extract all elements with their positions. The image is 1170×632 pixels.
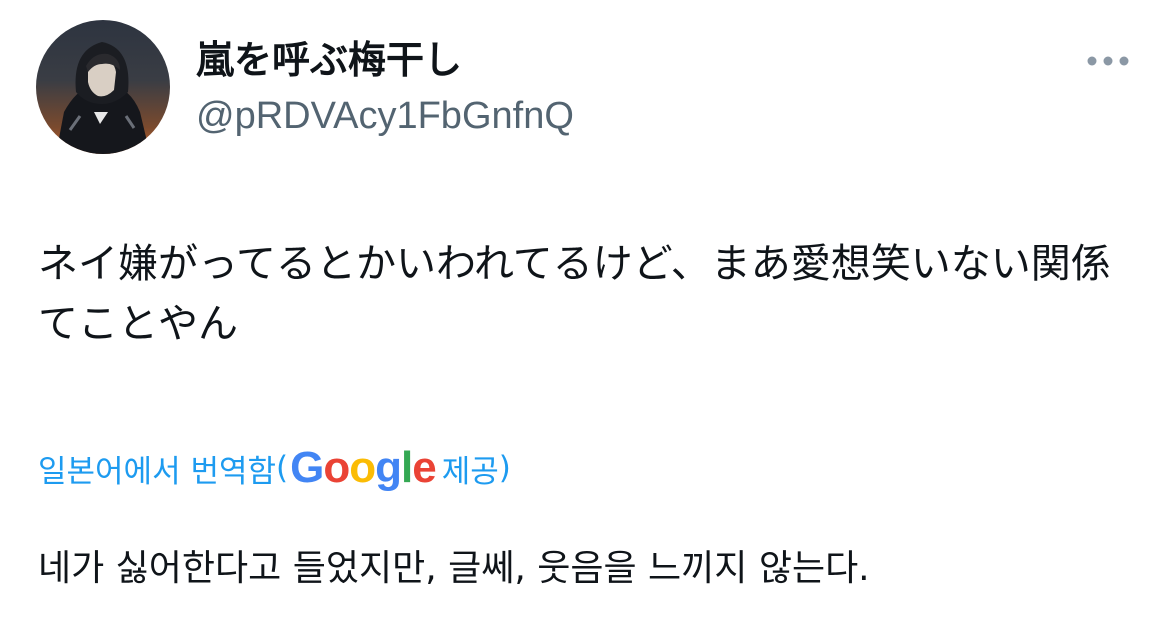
google-letter: e (412, 443, 437, 492)
translated-from-link[interactable]: 일본어에서 번역함 (38, 446, 276, 491)
avatar-photo (36, 20, 170, 154)
display-name[interactable]: 嵐を呼ぶ梅干し (196, 34, 462, 86)
provided-by-label: 제공 (441, 453, 499, 490)
avatar[interactable] (36, 20, 170, 154)
google-logo: Google (290, 440, 437, 496)
google-letter: o (323, 443, 350, 492)
google-letter: l (401, 443, 413, 492)
user-handle[interactable]: @pRDVAcy1FbGnfnQ (196, 90, 574, 142)
google-letter: o (349, 443, 376, 492)
google-letter: G (290, 443, 324, 492)
google-letter: g (375, 443, 402, 492)
tweet-text: ネイ嫌がってるとかいわれてるけど、まあ愛想笑いない関係てことやん (38, 241, 1111, 347)
translation-attribution: 일본어에서 번역함 ( Google 제공 ) (38, 440, 511, 496)
more-options-button[interactable] (1080, 46, 1136, 76)
more-horizontal-icon (1087, 56, 1129, 66)
paren-close: ) (498, 450, 511, 486)
translated-text: 네가 싫어한다고 들었지만, 글쎄, 웃음을 느끼지 않는다. (38, 548, 870, 589)
paren-open: ( (276, 450, 289, 486)
